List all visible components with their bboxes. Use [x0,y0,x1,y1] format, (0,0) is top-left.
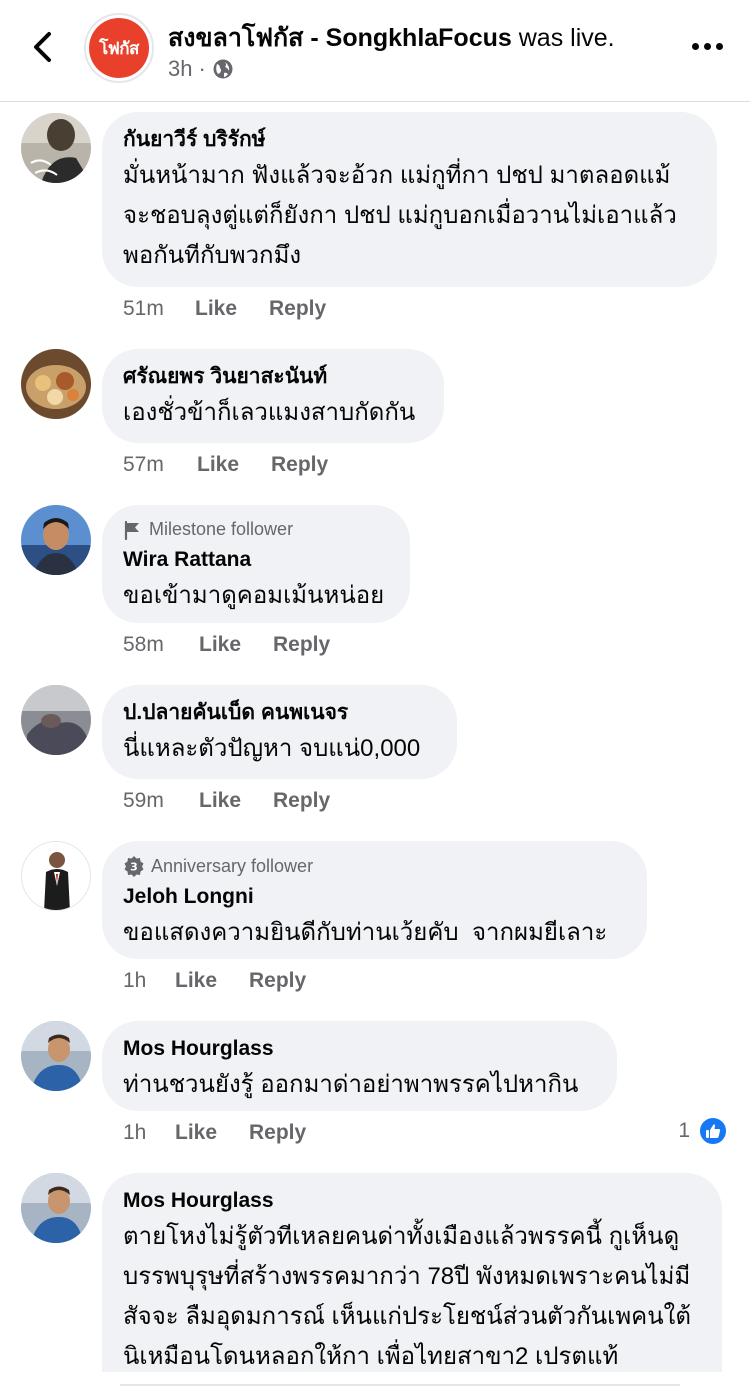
commenter-name[interactable]: ป.ปลายคันเบ็ด คนพเนจร [123,699,437,727]
comment-text: ขอแสดงความยินดีกับท่านเว้ยคับ จากผมยีเลา… [123,919,608,946]
reaction-count: 1 [678,1119,690,1142]
more-options-button[interactable] [690,34,724,58]
comment-actions: 59m Like Reply [123,789,330,813]
commenter-name[interactable]: Wira Rattana [123,546,390,574]
comment-actions: 1h Like Reply [123,1121,306,1145]
commenter-name[interactable]: Jeloh Longni [123,883,627,911]
page-name-link[interactable]: สงขลาโฟกัส - SongkhlaFocus [168,24,512,52]
comment-actions: 57m Like Reply [123,453,328,477]
like-button[interactable]: Like [197,453,271,477]
follower-badge: 3 Anniversary follower [123,855,627,877]
comment-bubble[interactable]: ศรัณยพร วินยาสะนันท์ เองชั่วข้าก็เลวแมงส… [102,349,444,443]
comment-text: ตายโหงไม่รู้ตัวทีเหลยคนด่าทั้งเมืองแล้วพ… [123,1223,691,1370]
post-meta: 3h · [168,56,234,82]
comment-bubble[interactable]: กันยาวีร์ บริรักษ์ มั่นหน้ามาก ฟังแล้วจะ… [102,112,717,287]
reply-button[interactable]: Reply [249,1121,306,1145]
like-button[interactable]: Like [199,633,273,657]
reply-button[interactable]: Reply [271,453,328,477]
commenter-avatar[interactable] [21,685,91,755]
flag-icon [124,520,139,540]
comment-time[interactable]: 57m [123,453,197,477]
comment-bubble[interactable]: ป.ปลายคันเบ็ด คนพเนจร นี่แหละตัวปัญหา จบ… [102,685,457,779]
reply-button[interactable]: Reply [273,789,330,813]
comment-text: นี่แหละตัวปัญหา จบแน่0,000 [123,735,421,762]
reaction-summary[interactable]: 1 [678,1116,728,1146]
like-button[interactable]: Like [175,1121,249,1145]
comment-time[interactable]: 1h [123,1121,175,1145]
follower-badge: Milestone follower [123,519,390,540]
post-title: สงขลาโฟกัส - SongkhlaFocus was live. [168,18,615,58]
comment-bubble[interactable]: 3 Anniversary follower Jeloh Longni ขอแส… [102,841,647,959]
badge-label: Anniversary follower [151,855,314,876]
comment-time[interactable]: 51m [123,297,195,321]
comment-bubble[interactable]: Milestone follower Wira Rattana ขอเข้ามา… [102,505,410,623]
comment-time[interactable]: 1h [123,969,175,993]
svg-text:3: 3 [130,861,138,874]
badge-label: Milestone follower [149,519,294,539]
commenter-avatar[interactable] [21,1173,91,1243]
comment-time[interactable]: 58m [123,633,199,657]
comment-bubble[interactable]: Mos Hourglass ตายโหงไม่รู้ตัวทีเหลยคนด่า… [102,1173,722,1386]
globe-icon [213,59,233,79]
comment-actions: 51m Like Reply [123,297,326,321]
comment-bubble[interactable]: Mos Hourglass ท่านชวนยังรู้ ออกมาด่าอย่า… [102,1021,617,1111]
meta-separator: · [198,56,206,81]
reply-button[interactable]: Reply [273,633,330,657]
comment-actions: 58m Like Reply [123,633,330,657]
reply-button[interactable]: Reply [269,297,326,321]
commenter-avatar[interactable] [21,505,91,575]
thumbs-up-icon [698,1116,728,1146]
live-status-text: was live. [518,24,615,52]
comment-text: เองชั่วข้าก็เลวแมงสาบกัดกัน [123,399,416,426]
anniversary-badge-icon: 3 [124,856,144,877]
bottom-edge [0,1372,750,1386]
more-dot-icon [715,42,723,50]
page-logo: โฟกัส [89,18,149,78]
commenter-avatar[interactable] [21,349,91,419]
comment-actions: 1h Like Reply [123,969,306,993]
comment-text: ขอเข้ามาดูคอมเม้นหน่อย [123,582,385,609]
post-header: โฟกัส สงขลาโฟกัส - SongkhlaFocus was liv… [0,0,750,102]
like-button[interactable]: Like [175,969,249,993]
commenter-name[interactable]: กันยาวีร์ บริรักษ์ [123,126,697,154]
commenter-name[interactable]: Mos Hourglass [123,1035,597,1063]
like-button[interactable]: Like [199,789,273,813]
page-avatar[interactable]: โฟกัส [84,13,154,83]
commenter-avatar[interactable] [21,841,91,911]
back-button[interactable] [26,30,58,64]
comment-time[interactable]: 59m [123,789,199,813]
reply-button[interactable]: Reply [249,969,306,993]
more-dot-icon [691,42,699,50]
comment-text: มั่นหน้ามาก ฟังแล้วจะอ้วก แม่กูที่กา ปชป… [123,162,677,269]
comment-text: ท่านชวนยังรู้ ออกมาด่าอย่าพาพรรคไปหากิน [123,1071,579,1098]
commenter-name[interactable]: Mos Hourglass [123,1187,702,1215]
commenter-avatar[interactable] [21,1021,91,1091]
post-time[interactable]: 3h [168,56,192,82]
more-dot-icon [703,42,711,50]
like-button[interactable]: Like [195,297,269,321]
commenter-avatar[interactable] [21,113,91,183]
chevron-left-icon [34,32,51,62]
commenter-name[interactable]: ศรัณยพร วินยาสะนันท์ [123,363,424,391]
